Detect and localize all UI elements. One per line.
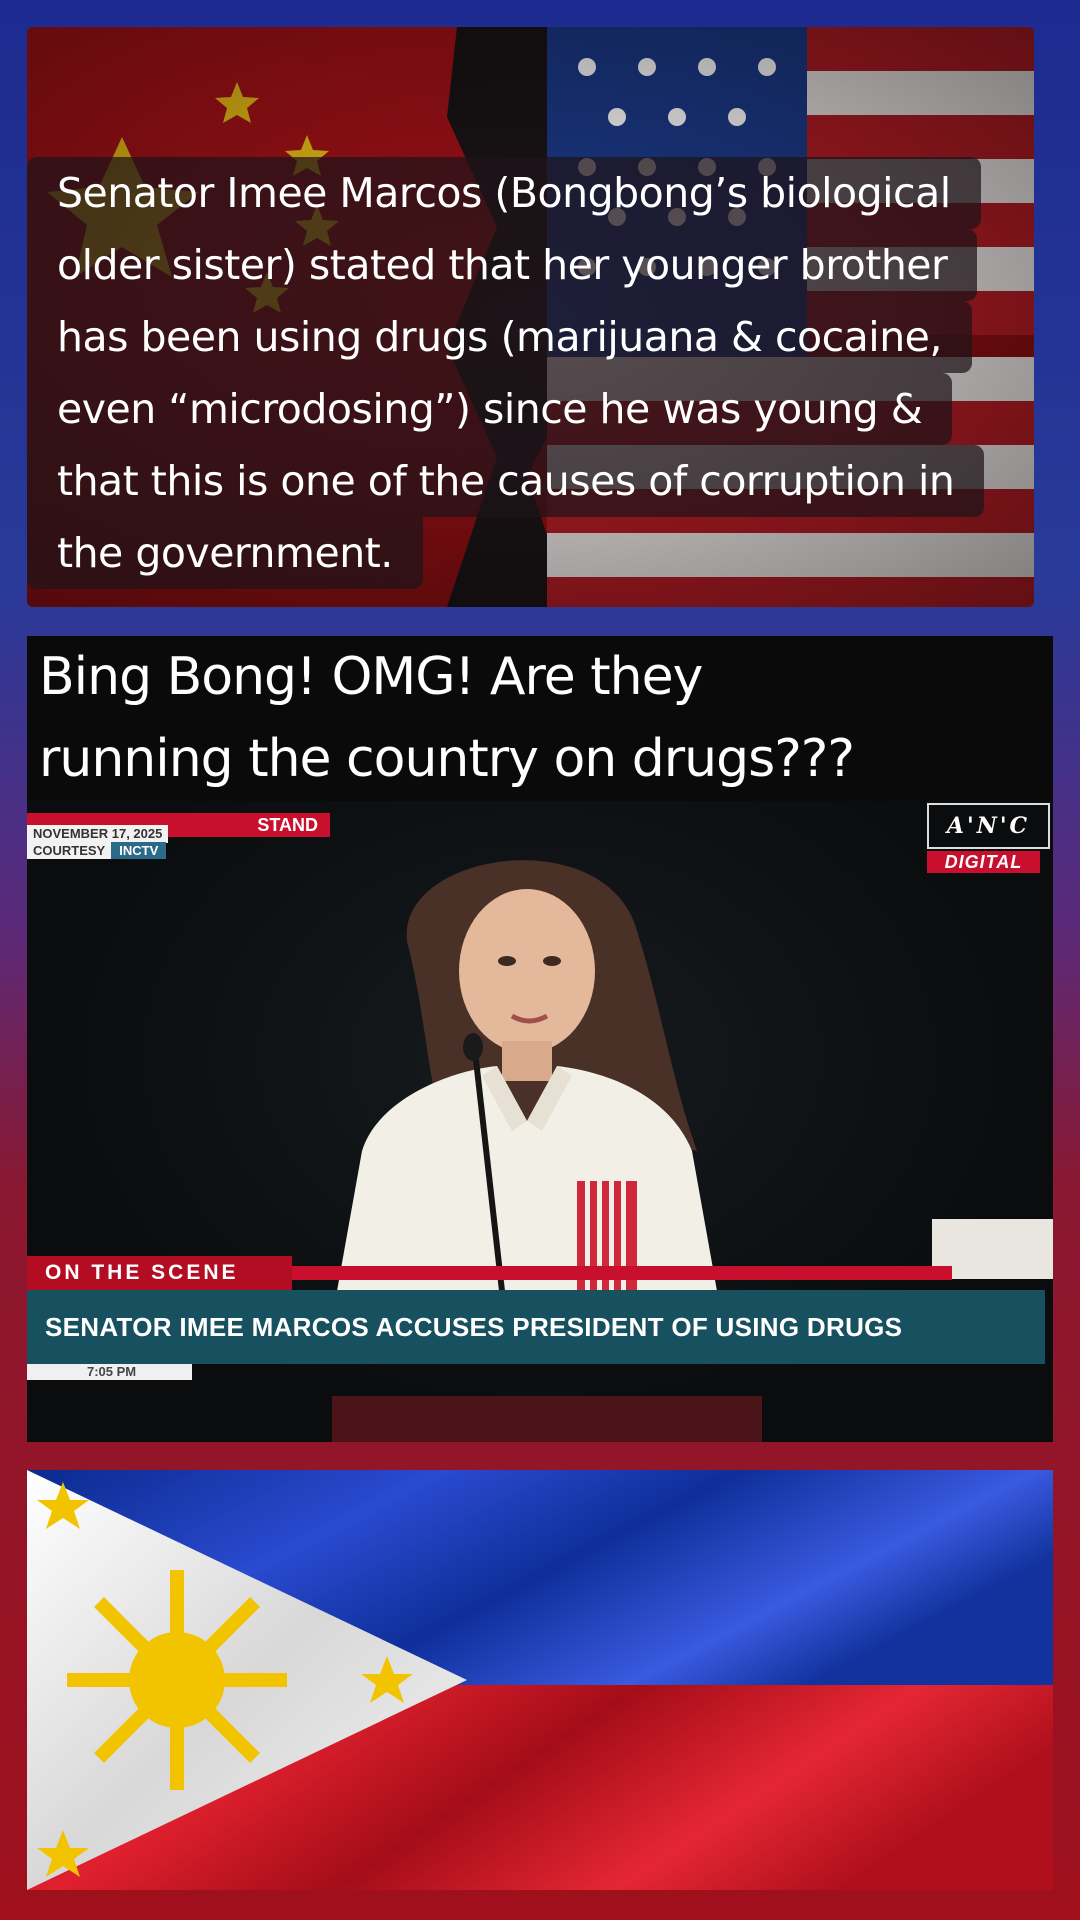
video-panel[interactable]: Bing Bong! OMG! Are they running the cou… (27, 636, 1053, 1442)
caption-text: Senator Imee Marcos (Bongbong’s biologic… (27, 157, 1034, 589)
philippines-flag-icon (27, 1470, 1053, 1890)
caption-line: has been using drugs (marijuana & cocain… (27, 301, 972, 373)
broadcast-date: NOVEMBER 17, 2025 (27, 825, 169, 843)
news-headline: SENATOR IMEE MARCOS ACCUSES PRESIDENT OF… (27, 1290, 1045, 1364)
courtesy-value: INCTV (111, 842, 167, 859)
video-title: Bing Bong! OMG! Are they running the cou… (39, 636, 1039, 800)
broadcast-time: 7:05 PM (27, 1364, 192, 1380)
caption-line: older sister) stated that her younger br… (27, 229, 978, 301)
network-logo: A'N'C DIGITAL (927, 803, 1050, 873)
speaker-figure (337, 860, 717, 1291)
caption-line: that this is one of the causes of corrup… (27, 445, 985, 517)
video-title-line: running the country on drugs??? (39, 729, 855, 789)
lower-third: ON THE SCENE SENATOR IMEE MARCOS ACCUSES… (27, 1256, 1053, 1406)
top-image-panel: Senator Imee Marcos (Bongbong’s biologic… (27, 27, 1034, 607)
philippines-flag-image (27, 1470, 1053, 1890)
podium (332, 1396, 762, 1442)
segment-label: ON THE SCENE (27, 1256, 292, 1290)
video-title-line: Bing Bong! OMG! Are they (39, 647, 703, 707)
courtesy-key: COURTESY (27, 842, 112, 859)
news-broadcast-frame: STAND NOVEMBER 17, 2025 COURTESY INCTV A'… (27, 801, 1053, 1442)
courtesy-tag: COURTESY INCTV (27, 842, 167, 859)
network-logo-text: A'N'C (927, 803, 1050, 849)
network-sub: DIGITAL (927, 851, 1040, 873)
caption-line: the government. (27, 517, 423, 589)
caption-line: Senator Imee Marcos (Bongbong’s biologic… (27, 157, 981, 229)
caption-line: even “microdosing”) since he was young & (27, 373, 953, 445)
